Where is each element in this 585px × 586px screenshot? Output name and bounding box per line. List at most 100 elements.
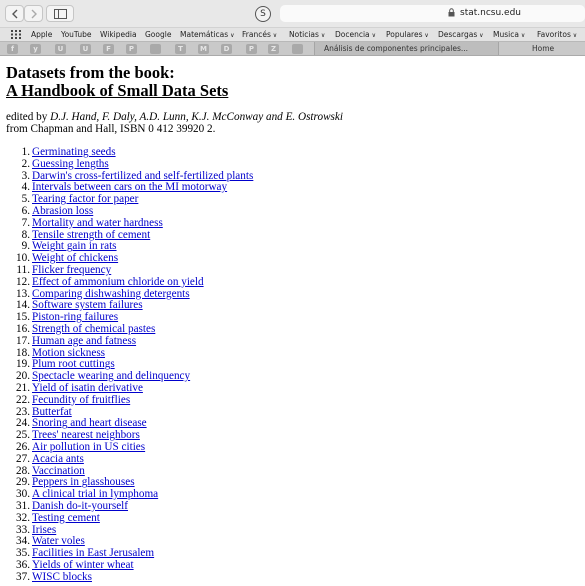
- dataset-link[interactable]: Piston-ring failures: [32, 311, 118, 323]
- list-item-number: 6.: [21, 205, 30, 217]
- dataset-link[interactable]: Mortality and water hardness: [32, 217, 163, 229]
- tab-active[interactable]: Análisis de componentes principales...: [314, 42, 499, 55]
- list-item-number: 15.: [16, 311, 30, 324]
- list-item-number: 27.: [16, 452, 30, 465]
- favorite-site-icon[interactable]: F: [103, 44, 114, 54]
- favorite-site-icon[interactable]: T: [175, 44, 186, 54]
- list-item-number: 29.: [16, 476, 30, 489]
- dataset-link[interactable]: WISC blocks: [32, 571, 92, 583]
- bookmark-item[interactable]: Francés ∨: [242, 29, 277, 41]
- bookmark-item[interactable]: Noticias ∨: [289, 29, 325, 41]
- list-item-number: 34.: [16, 535, 30, 548]
- url-text: stat.ncsu.edu: [460, 8, 521, 18]
- chevron-down-icon: ∨: [369, 32, 376, 39]
- favorite-site-icon[interactable]: Z: [268, 44, 279, 54]
- bookmarks-bar: Apple YouTube Wikipedia Google Matemáticas ∨…: [0, 27, 585, 41]
- list-item-number: 18.: [16, 346, 30, 359]
- bookmark-label: Musica: [493, 30, 519, 39]
- dataset-link[interactable]: Effect of ammonium chloride on yield: [32, 276, 204, 288]
- dataset-link[interactable]: Weight of chickens: [32, 252, 118, 264]
- list-item: 25. Trees' nearest neighbors: [0, 429, 585, 441]
- favorite-site-icon[interactable]: [150, 44, 161, 54]
- address-bar[interactable]: stat.ncsu.edu: [280, 5, 585, 22]
- sidebar-icon: [54, 9, 67, 19]
- favorite-site-icon[interactable]: U: [55, 44, 66, 54]
- list-item: 21. Yield of isatin derivative: [0, 382, 585, 394]
- dataset-link[interactable]: Facilities in East Jerusalem: [32, 547, 154, 559]
- favorite-site-icon[interactable]: [292, 44, 303, 54]
- dataset-link[interactable]: Comparing dishwashing detergents: [32, 288, 190, 300]
- dataset-link[interactable]: Butterfat: [32, 406, 72, 418]
- grid-icon[interactable]: [11, 30, 21, 39]
- dataset-link[interactable]: Strength of chemical pastes: [32, 323, 155, 335]
- list-item-number: 25.: [16, 429, 30, 442]
- dataset-link[interactable]: Germinating seeds: [32, 146, 116, 158]
- bookmark-item[interactable]: Populares ∨: [386, 29, 429, 41]
- bookmark-item[interactable]: Musica ∨: [493, 29, 525, 41]
- dataset-link[interactable]: Peppers in glasshouses: [32, 476, 135, 488]
- dataset-link[interactable]: Acacia ants: [32, 453, 84, 465]
- favorite-site-icon[interactable]: P: [246, 44, 257, 54]
- dataset-link[interactable]: Yield of isatin derivative: [32, 382, 143, 394]
- dataset-link[interactable]: Testing cement: [32, 512, 100, 524]
- dataset-link[interactable]: Guessing lengths: [32, 158, 109, 170]
- bookmark-label: Descargas: [438, 30, 478, 39]
- forward-button[interactable]: [24, 5, 43, 22]
- editors-line: edited by D.J. Hand, F. Daly, A.D. Lunn,…: [6, 111, 343, 123]
- favorite-site-icon[interactable]: U: [80, 44, 91, 54]
- bookmark-item[interactable]: Apple: [31, 29, 52, 40]
- dataset-link[interactable]: Tensile strength of cement: [32, 229, 150, 241]
- dataset-link[interactable]: Trees' nearest neighbors: [32, 429, 140, 441]
- sidebar-toggle-button[interactable]: [46, 5, 74, 22]
- bookmark-item[interactable]: YouTube: [61, 29, 92, 40]
- bookmark-item[interactable]: Matemáticas ∨: [180, 29, 235, 41]
- list-item-number: 1.: [21, 146, 30, 158]
- favorite-site-icon[interactable]: f: [7, 44, 18, 54]
- list-item-number: 13.: [16, 287, 30, 300]
- list-item: 37. WISC blocks: [0, 571, 585, 583]
- bookmark-item[interactable]: Wikipedia: [100, 29, 137, 40]
- tab-home[interactable]: Home: [532, 43, 554, 54]
- dataset-link[interactable]: Motion sickness: [32, 347, 105, 359]
- bookmark-label: Noticias: [289, 30, 319, 39]
- dataset-link[interactable]: Software system failures: [32, 299, 143, 311]
- bookmark-item[interactable]: Docencia ∨: [335, 29, 376, 41]
- dataset-link[interactable]: Abrasion loss: [32, 205, 93, 217]
- dataset-link[interactable]: Plum root cuttings: [32, 358, 115, 370]
- dataset-link[interactable]: Human age and fatness: [32, 335, 136, 347]
- dataset-link[interactable]: Weight gain in rats: [32, 240, 117, 252]
- favorite-site-icon[interactable]: M: [198, 44, 209, 54]
- dataset-link[interactable]: Darwin's cross-fertilized and self-ferti…: [32, 170, 253, 182]
- dataset-link[interactable]: Intervals between cars on the MI motorwa…: [32, 181, 227, 193]
- list-item: 14. Software system failures: [0, 299, 585, 311]
- dataset-link[interactable]: Spectacle wearing and delinquency: [32, 370, 190, 382]
- tab-active-label: Análisis de componentes principales...: [324, 44, 469, 53]
- dataset-link[interactable]: Snoring and heart disease: [32, 417, 147, 429]
- favorite-site-icon[interactable]: D: [221, 44, 232, 54]
- dataset-link[interactable]: Water voles: [32, 535, 85, 547]
- list-item: 31. Danish do-it-yourself: [0, 500, 585, 512]
- list-item-number: 22.: [16, 393, 30, 406]
- extension-icon[interactable]: S: [255, 6, 271, 22]
- dataset-link[interactable]: Danish do-it-yourself: [32, 500, 128, 512]
- dataset-link[interactable]: A clinical trial in lymphoma: [32, 488, 158, 500]
- dataset-link[interactable]: Vaccination: [32, 465, 85, 477]
- dataset-link[interactable]: Air pollution in US cities: [32, 441, 145, 453]
- bookmark-item[interactable]: Favoritos ∨: [537, 29, 577, 41]
- list-item: 27. Acacia ants: [0, 453, 585, 465]
- bookmark-item[interactable]: Descargas ∨: [438, 29, 484, 41]
- bookmark-item[interactable]: Google: [145, 29, 171, 40]
- dataset-link[interactable]: Flicker frequency: [32, 264, 111, 276]
- tab-strip: f y U U F P T M D P Z Análisis de componentes prin…: [0, 41, 585, 56]
- favorite-site-icon[interactable]: P: [126, 44, 137, 54]
- list-item-number: 12.: [16, 275, 30, 288]
- back-button[interactable]: [5, 5, 24, 22]
- dataset-link[interactable]: Irises: [32, 524, 56, 536]
- chevron-down-icon: ∨: [477, 32, 484, 39]
- favorite-site-icon[interactable]: y: [30, 44, 41, 54]
- dataset-link[interactable]: Tearing factor for paper: [32, 193, 138, 205]
- list-item-number: 10.: [16, 252, 30, 265]
- dataset-link[interactable]: Fecundity of fruitflies: [32, 394, 130, 406]
- dataset-link[interactable]: Yields of winter wheat: [32, 559, 134, 571]
- list-item-number: 16.: [16, 323, 30, 335]
